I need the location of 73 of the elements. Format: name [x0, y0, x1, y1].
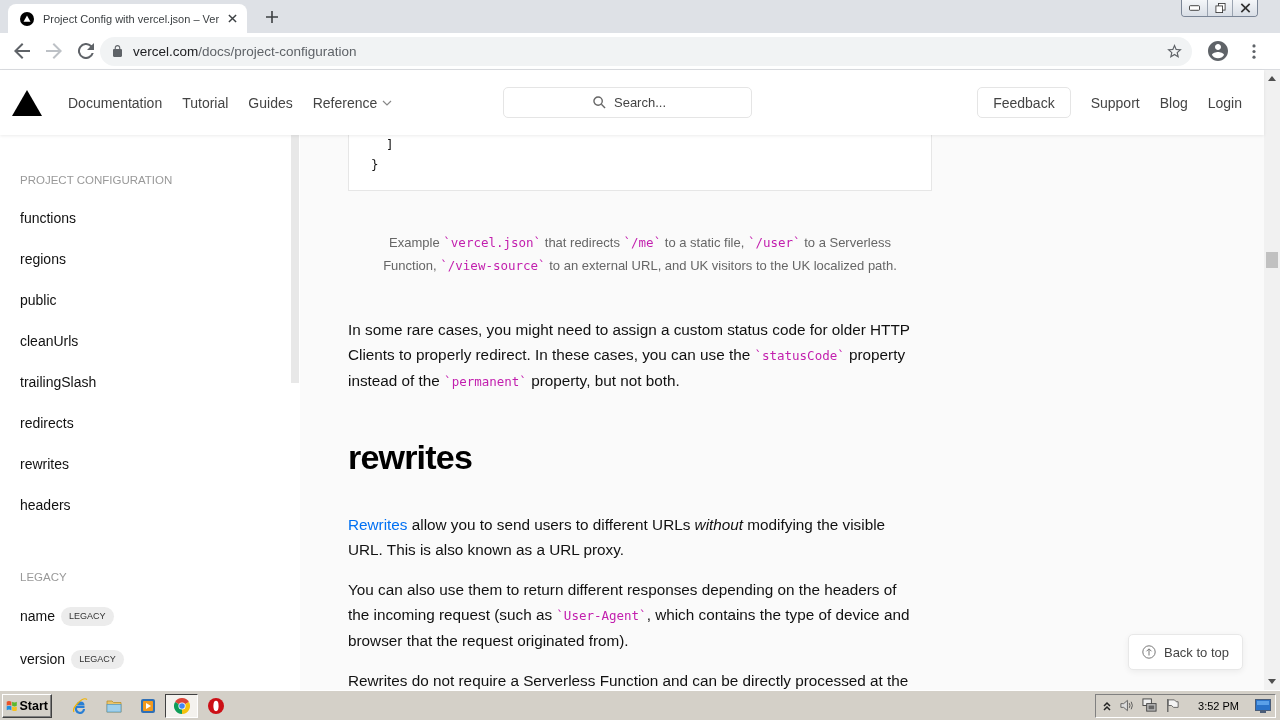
- nav-link[interactable]: Guides: [248, 94, 293, 111]
- url-text: vercel.com/docs/project-configuration: [133, 43, 357, 59]
- back-arrow-icon[interactable]: [14, 43, 30, 59]
- sidebar-link[interactable]: public: [20, 290, 57, 310]
- triangle-logo-icon: [20, 11, 34, 26]
- sidebar-link[interactable]: functions: [20, 208, 77, 228]
- reload-icon[interactable]: [78, 43, 94, 59]
- ring-icon: [207, 697, 224, 714]
- account-icon[interactable]: [1208, 41, 1228, 61]
- start-button[interactable]: Start: [2, 693, 52, 718]
- header-link[interactable]: Support: [1090, 94, 1140, 111]
- nav-link[interactable]: Documentation: [68, 94, 163, 111]
- paragraph: In some rare cases, you might need to assign a custom status code for older HTTP Clients to properly redirect. In these cases, you can use the `statusCode` property instead of the `permanent` property, but not both.: [348, 320, 911, 391]
- back-to-top-button[interactable]: Back to top: [1128, 634, 1243, 670]
- up-arrow-circle-icon: [1141, 645, 1156, 659]
- close-icon[interactable]: [228, 14, 238, 23]
- header-link[interactable]: Blog: [1159, 94, 1188, 111]
- close-icon: [1239, 3, 1251, 13]
- scroll-down-icon[interactable]: [1268, 679, 1276, 684]
- section-title: LEGACY: [20, 570, 67, 585]
- new-tab-icon[interactable]: [266, 11, 279, 23]
- network-icon[interactable]: [1142, 698, 1158, 713]
- tab-title: Project Config with vercel.json – Ver: [43, 12, 220, 25]
- code-line: }: [371, 156, 379, 174]
- minimize-icon: [1189, 3, 1200, 13]
- scrollbar-thumb[interactable]: [291, 135, 299, 383]
- taskbar-app[interactable]: [165, 693, 198, 718]
- scrollbar-thumb[interactable]: [1266, 252, 1278, 268]
- triangle-logo-icon[interactable]: [12, 89, 42, 116]
- paragraph: Rewrites do not require a Serverless Function and can be directly processed at the: [348, 671, 910, 690]
- chevrons-up-icon[interactable]: [1103, 700, 1112, 711]
- sidebar-link[interactable]: regions: [20, 249, 66, 269]
- sidebar-link[interactable]: cleanUrls: [20, 331, 79, 351]
- browser-tab[interactable]: Project Config with vercel.json – Ver: [8, 4, 248, 33]
- legacy-badge: LEGACY: [71, 649, 124, 669]
- minimize-button[interactable]: [1182, 0, 1207, 16]
- sidebar-link[interactable]: name LEGACY: [20, 605, 114, 627]
- search-field[interactable]: Search...: [502, 87, 752, 118]
- section-title: PROJECT CONFIGURATION: [20, 173, 173, 188]
- sidebar-link[interactable]: version LEGACY: [20, 648, 124, 670]
- nav-link[interactable]: Tutorial: [182, 94, 229, 111]
- paragraph: You can also use them to return different responses depending on the headers of the incoming request (such as `User-Agent`, which contains the type of device and browser that the request originated from).: [348, 580, 911, 651]
- feedback-button[interactable]: Feedback: [977, 87, 1071, 118]
- close-window-button[interactable]: [1232, 0, 1257, 16]
- sidebar-link[interactable]: trailingSlash: [20, 372, 97, 392]
- restore-button[interactable]: [1207, 0, 1232, 16]
- speaker-icon[interactable]: [1119, 698, 1135, 713]
- orbit-e-icon: [71, 697, 88, 714]
- flag-icon[interactable]: [1165, 698, 1181, 713]
- header-link[interactable]: Login: [1207, 94, 1242, 111]
- address-bar[interactable]: vercel.com/docs/project-configuration: [100, 36, 1192, 66]
- sidebar-link[interactable]: redirects: [20, 413, 74, 433]
- menu-icon[interactable]: [1252, 43, 1256, 59]
- code-line: ]: [385, 136, 394, 154]
- folder-icon: [105, 697, 122, 714]
- restore-icon: [1214, 3, 1226, 13]
- play-tile-icon: [139, 697, 156, 714]
- scroll-up-icon[interactable]: [1268, 76, 1276, 81]
- search-icon: [592, 96, 606, 109]
- sidebar-link[interactable]: headers: [20, 495, 71, 515]
- scrollbar[interactable]: [1264, 70, 1280, 690]
- monitor-icon[interactable]: [1255, 698, 1271, 713]
- star-icon[interactable]: [1167, 44, 1182, 58]
- segmented-circle-icon: [173, 697, 190, 714]
- clock[interactable]: 3:52 PM: [1198, 699, 1239, 712]
- link[interactable]: Rewrites: [348, 516, 408, 533]
- legacy-badge: LEGACY: [61, 606, 114, 626]
- nav-link[interactable]: Reference: [312, 94, 393, 111]
- lock-icon: [113, 45, 122, 57]
- sidebar-link[interactable]: rewrites: [20, 454, 69, 474]
- caption: Example `vercel.json` that redirects `/me` to a static file, `/user` to a Serverless Function, `/view-source` to an external URL, and UK visitors to the UK localized path.: [382, 234, 898, 275]
- paragraph: Rewrites allow you to send users to different URLs without modifying the visible URL. This is also known as a URL proxy.: [348, 515, 887, 560]
- section-heading: rewrites: [348, 437, 473, 477]
